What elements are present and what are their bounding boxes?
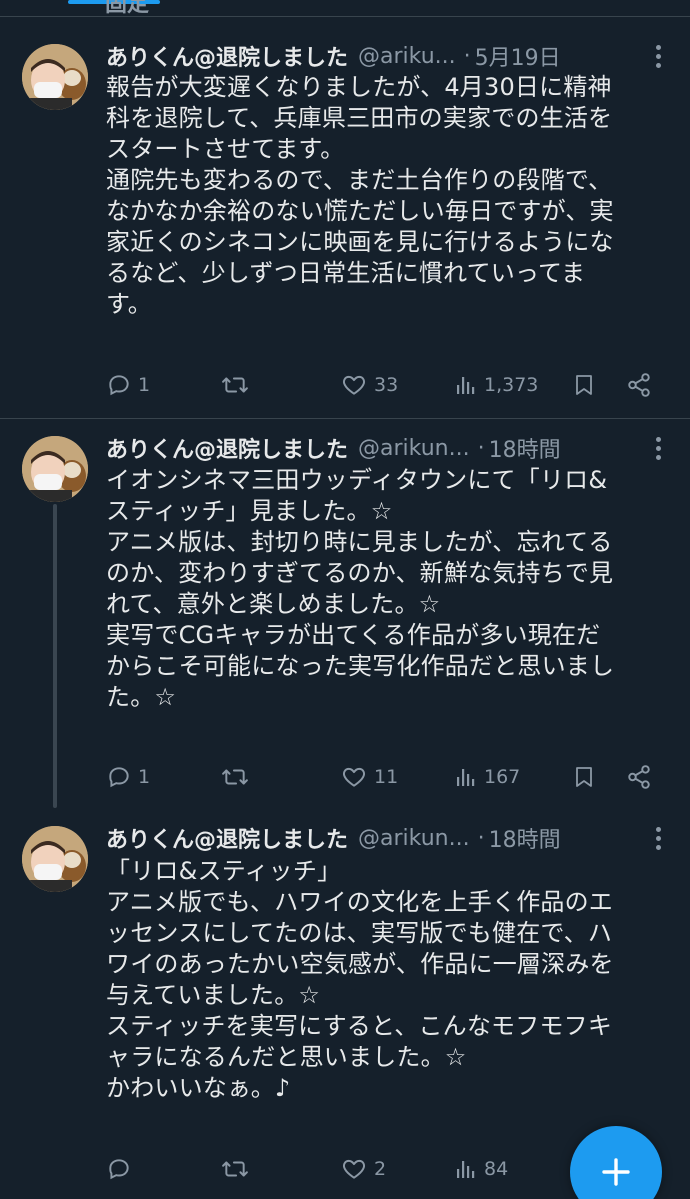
- like-button[interactable]: 11: [340, 762, 398, 792]
- plus-icon: [602, 1158, 630, 1186]
- bookmark-button[interactable]: [572, 762, 596, 792]
- tweet[interactable]: ありくん@退院しました @ariku... · 5月19日 報告が大変遅くなりま…: [0, 0, 690, 418]
- tweet[interactable]: ありくん@退院しました @arikun... · 18時間 イオンシネマ三田ウッ…: [0, 418, 690, 808]
- tweet-text: 報告が大変遅くなりましたが、4月30日に精神 科を退院して、兵庫県三田市の実家で…: [106, 73, 614, 318]
- more-icon[interactable]: [648, 822, 668, 854]
- views-button[interactable]: 1,373: [454, 370, 538, 400]
- views-icon: [457, 377, 475, 394]
- share-icon: [628, 765, 650, 789]
- retweet-icon: [222, 769, 248, 785]
- more-icon[interactable]: [648, 40, 668, 72]
- retweet-button[interactable]: [220, 762, 256, 792]
- user-handle[interactable]: @arikun...: [358, 826, 470, 851]
- separator: ·: [463, 43, 471, 69]
- bookmark-icon: [576, 767, 592, 787]
- display-name[interactable]: ありくん@退院しました: [106, 432, 348, 464]
- heart-icon: [343, 375, 365, 395]
- view-count: 84: [484, 1158, 509, 1180]
- retweet-icon: [222, 1161, 248, 1177]
- like-count: 2: [374, 1158, 387, 1180]
- views-icon: [457, 1161, 475, 1178]
- reply-icon: [109, 767, 129, 788]
- like-button[interactable]: 33: [340, 370, 398, 400]
- tweet-text: イオンシネマ三田ウッディタウンにて「リロ& スティッチ」見ました。☆ アニメ版は…: [106, 466, 615, 711]
- reply-count: 1: [138, 766, 151, 788]
- reply-button[interactable]: [106, 1154, 138, 1184]
- views-button[interactable]: 84: [454, 1154, 508, 1184]
- display-name[interactable]: ありくん@退院しました: [106, 40, 348, 72]
- tweet-header: ありくん@退院しました @arikun... · 18時間: [106, 822, 670, 854]
- bookmark-button[interactable]: [572, 370, 596, 400]
- user-handle[interactable]: @arikun...: [358, 436, 470, 461]
- retweet-button[interactable]: [220, 370, 256, 400]
- tweet-actions: 1 11 167: [106, 762, 666, 792]
- reply-button[interactable]: 1: [106, 762, 150, 792]
- heart-icon: [343, 767, 365, 787]
- like-count: 33: [374, 374, 399, 396]
- display-name[interactable]: ありくん@退院しました: [106, 822, 348, 854]
- views-icon: [457, 769, 475, 786]
- reply-icon: [109, 1159, 129, 1180]
- view-count: 167: [484, 766, 521, 788]
- tweet-text: 「リロ&スティッチ」 アニメ版でも、ハワイの文化を上手く作品のエ ッセンスにして…: [106, 857, 614, 1102]
- tweet-header: ありくん@退院しました @ariku... · 5月19日: [106, 40, 670, 72]
- share-button[interactable]: [626, 762, 652, 792]
- avatar[interactable]: [22, 44, 88, 110]
- view-count: 1,373: [484, 374, 539, 396]
- reply-button[interactable]: 1: [106, 370, 150, 400]
- like-count: 11: [374, 766, 399, 788]
- tweet-actions: 1 33 1,373: [106, 370, 666, 400]
- share-icon: [628, 373, 650, 397]
- tweet-header: ありくん@退院しました @arikun... · 18時間: [106, 432, 670, 464]
- separator: ·: [477, 435, 485, 461]
- reply-count: 1: [138, 374, 151, 396]
- like-button[interactable]: 2: [340, 1154, 386, 1184]
- avatar[interactable]: [22, 436, 88, 502]
- timeline: 固定 ありくん@退院しました @ariku... · 5月19日 報告が大変遅く…: [0, 0, 690, 1199]
- timestamp[interactable]: 5月19日: [475, 40, 561, 72]
- heart-icon: [343, 1159, 365, 1179]
- thread-line: [53, 504, 57, 808]
- share-button[interactable]: [626, 370, 652, 400]
- bookmark-icon: [576, 375, 592, 395]
- timestamp[interactable]: 18時間: [489, 432, 561, 464]
- retweet-icon: [222, 377, 248, 393]
- avatar[interactable]: [22, 826, 88, 892]
- retweet-button[interactable]: [220, 1154, 256, 1184]
- reply-icon: [109, 375, 129, 396]
- more-icon[interactable]: [648, 432, 668, 464]
- views-button[interactable]: 167: [454, 762, 520, 792]
- user-handle[interactable]: @ariku...: [358, 44, 456, 69]
- separator: ·: [477, 825, 485, 851]
- timestamp[interactable]: 18時間: [489, 822, 561, 854]
